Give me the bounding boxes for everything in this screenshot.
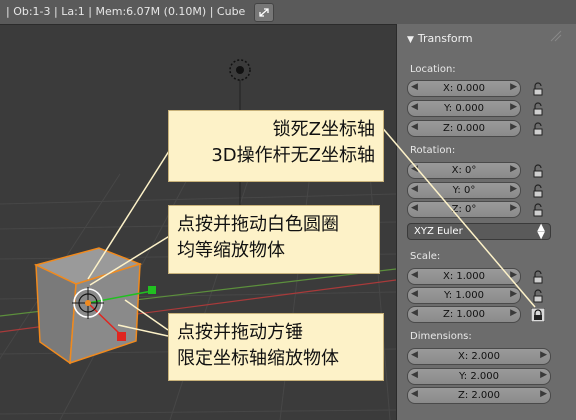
lock-rotation-z-icon[interactable] — [531, 203, 545, 217]
increment-arrow-icon[interactable]: ▶ — [510, 270, 517, 280]
location-z-field[interactable]: ◀ Z: 0.000 ▶ — [407, 120, 521, 137]
dimensions-x-field[interactable]: ◀ X: 2.000 ▶ — [407, 348, 551, 365]
scale-x-field[interactable]: ◀ X: 1.000 ▶ — [407, 268, 521, 285]
increment-arrow-icon[interactable]: ▶ — [540, 370, 547, 380]
lock-scale-y-icon[interactable] — [531, 289, 545, 303]
increment-arrow-icon[interactable]: ▶ — [510, 164, 517, 174]
viewport-header: | Ob:1-3 | La:1 | Mem:6.07M (0.10M) | Cu… — [0, 0, 576, 25]
callout-uniform-line1: 点按并拖动白色圆圈 — [177, 214, 339, 235]
lock-location-x-icon[interactable] — [531, 82, 545, 96]
increment-arrow-icon[interactable]: ▶ — [510, 308, 517, 318]
lock-rotation-x-icon[interactable] — [531, 164, 545, 178]
dimensions-z-field[interactable]: ◀ Z: 2.000 ▶ — [407, 387, 551, 404]
collapse-triangle-icon[interactable]: ▼ — [407, 35, 414, 45]
callout-axis-scale: 点按并拖动方锤 限定坐标轴缩放物体 — [168, 313, 384, 381]
callout-axis-line1: 点按并拖动方锤 — [177, 322, 303, 343]
increment-arrow-icon[interactable]: ▶ — [510, 82, 517, 92]
dimensions-label: Dimensions: — [410, 331, 472, 342]
transform-panel: ▼ Transform Location: ◀ X: 0.000 ▶ ◀ Y: 0.00… — [396, 24, 576, 420]
callout-uniform-line2: 均等缩放物体 — [177, 240, 285, 261]
location-label: Location: — [410, 64, 456, 75]
fullscreen-icon — [259, 8, 269, 17]
location-x-field[interactable]: ◀ X: 0.000 ▶ — [407, 80, 521, 97]
location-y-field[interactable]: ◀ Y: 0.000 ▶ — [407, 100, 521, 117]
updown-arrow-icon: ▲ ▼ — [537, 222, 545, 241]
increment-arrow-icon[interactable]: ▶ — [510, 184, 517, 194]
rotation-y-field[interactable]: ◀ Y: 0° ▶ — [407, 182, 521, 199]
increment-arrow-icon[interactable]: ▶ — [540, 350, 547, 360]
callout-uniform-scale: 点按并拖动白色圆圈 均等缩放物体 — [168, 205, 380, 274]
scale-y-field[interactable]: ◀ Y: 1.000 ▶ — [407, 287, 521, 304]
lock-location-y-icon[interactable] — [531, 102, 545, 116]
object-origin — [85, 300, 91, 306]
increment-arrow-icon[interactable]: ▶ — [510, 102, 517, 112]
lock-location-z-icon[interactable] — [531, 122, 545, 136]
increment-arrow-icon[interactable]: ▶ — [510, 289, 517, 299]
rotation-x-field[interactable]: ◀ X: 0° ▶ — [407, 162, 521, 179]
lock-scale-z-icon[interactable] — [531, 308, 545, 322]
callout-lock-z: 锁死Z坐标轴 3D操作杆无Z坐标轴 — [168, 110, 384, 182]
rotation-label: Rotation: — [410, 145, 456, 156]
object-info-text: | Ob:1-3 | La:1 | Mem:6.07M (0.10M) | Cu… — [6, 5, 246, 18]
y-scale-handle[interactable] — [148, 286, 156, 294]
increment-arrow-icon[interactable]: ▶ — [540, 389, 547, 399]
lock-rotation-y-icon[interactable] — [531, 184, 545, 198]
x-scale-handle[interactable] — [117, 332, 126, 341]
callout-lock-z-line1: 锁死Z坐标轴 — [272, 119, 375, 140]
lock-scale-x-icon[interactable] — [531, 270, 545, 284]
increment-arrow-icon[interactable]: ▶ — [510, 203, 517, 213]
rotation-mode-select[interactable]: XYZ Euler ▲ ▼ — [407, 222, 551, 241]
panel-header[interactable]: ▼ Transform — [407, 32, 473, 45]
rotation-z-field[interactable]: ◀ Z: 0° ▶ — [407, 201, 521, 218]
callout-axis-line2: 限定坐标轴缩放物体 — [177, 348, 339, 369]
increment-arrow-icon[interactable]: ▶ — [510, 122, 517, 132]
drag-grip-icon[interactable] — [549, 30, 563, 42]
dimensions-y-field[interactable]: ◀ Y: 2.000 ▶ — [407, 368, 551, 385]
callout-lock-z-line2: 3D操作杆无Z坐标轴 — [211, 145, 375, 166]
fullscreen-button[interactable] — [254, 3, 274, 22]
scale-z-field[interactable]: ◀ Z: 1.000 ▶ — [407, 306, 521, 323]
panel-title: Transform — [417, 32, 473, 45]
scale-label: Scale: — [410, 251, 441, 262]
